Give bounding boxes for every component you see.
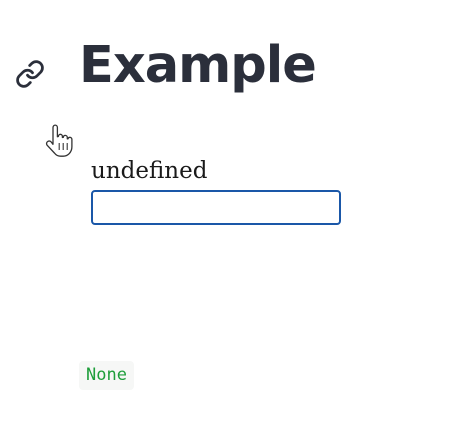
header-anchor-link[interactable] [14, 58, 46, 90]
link-icon [16, 60, 44, 88]
input-label: undefined [91, 158, 208, 184]
text-input[interactable] [91, 190, 341, 225]
hand-pointer-cursor-icon [45, 124, 73, 157]
page-title: Example [79, 36, 317, 95]
output-value: None [79, 361, 134, 391]
